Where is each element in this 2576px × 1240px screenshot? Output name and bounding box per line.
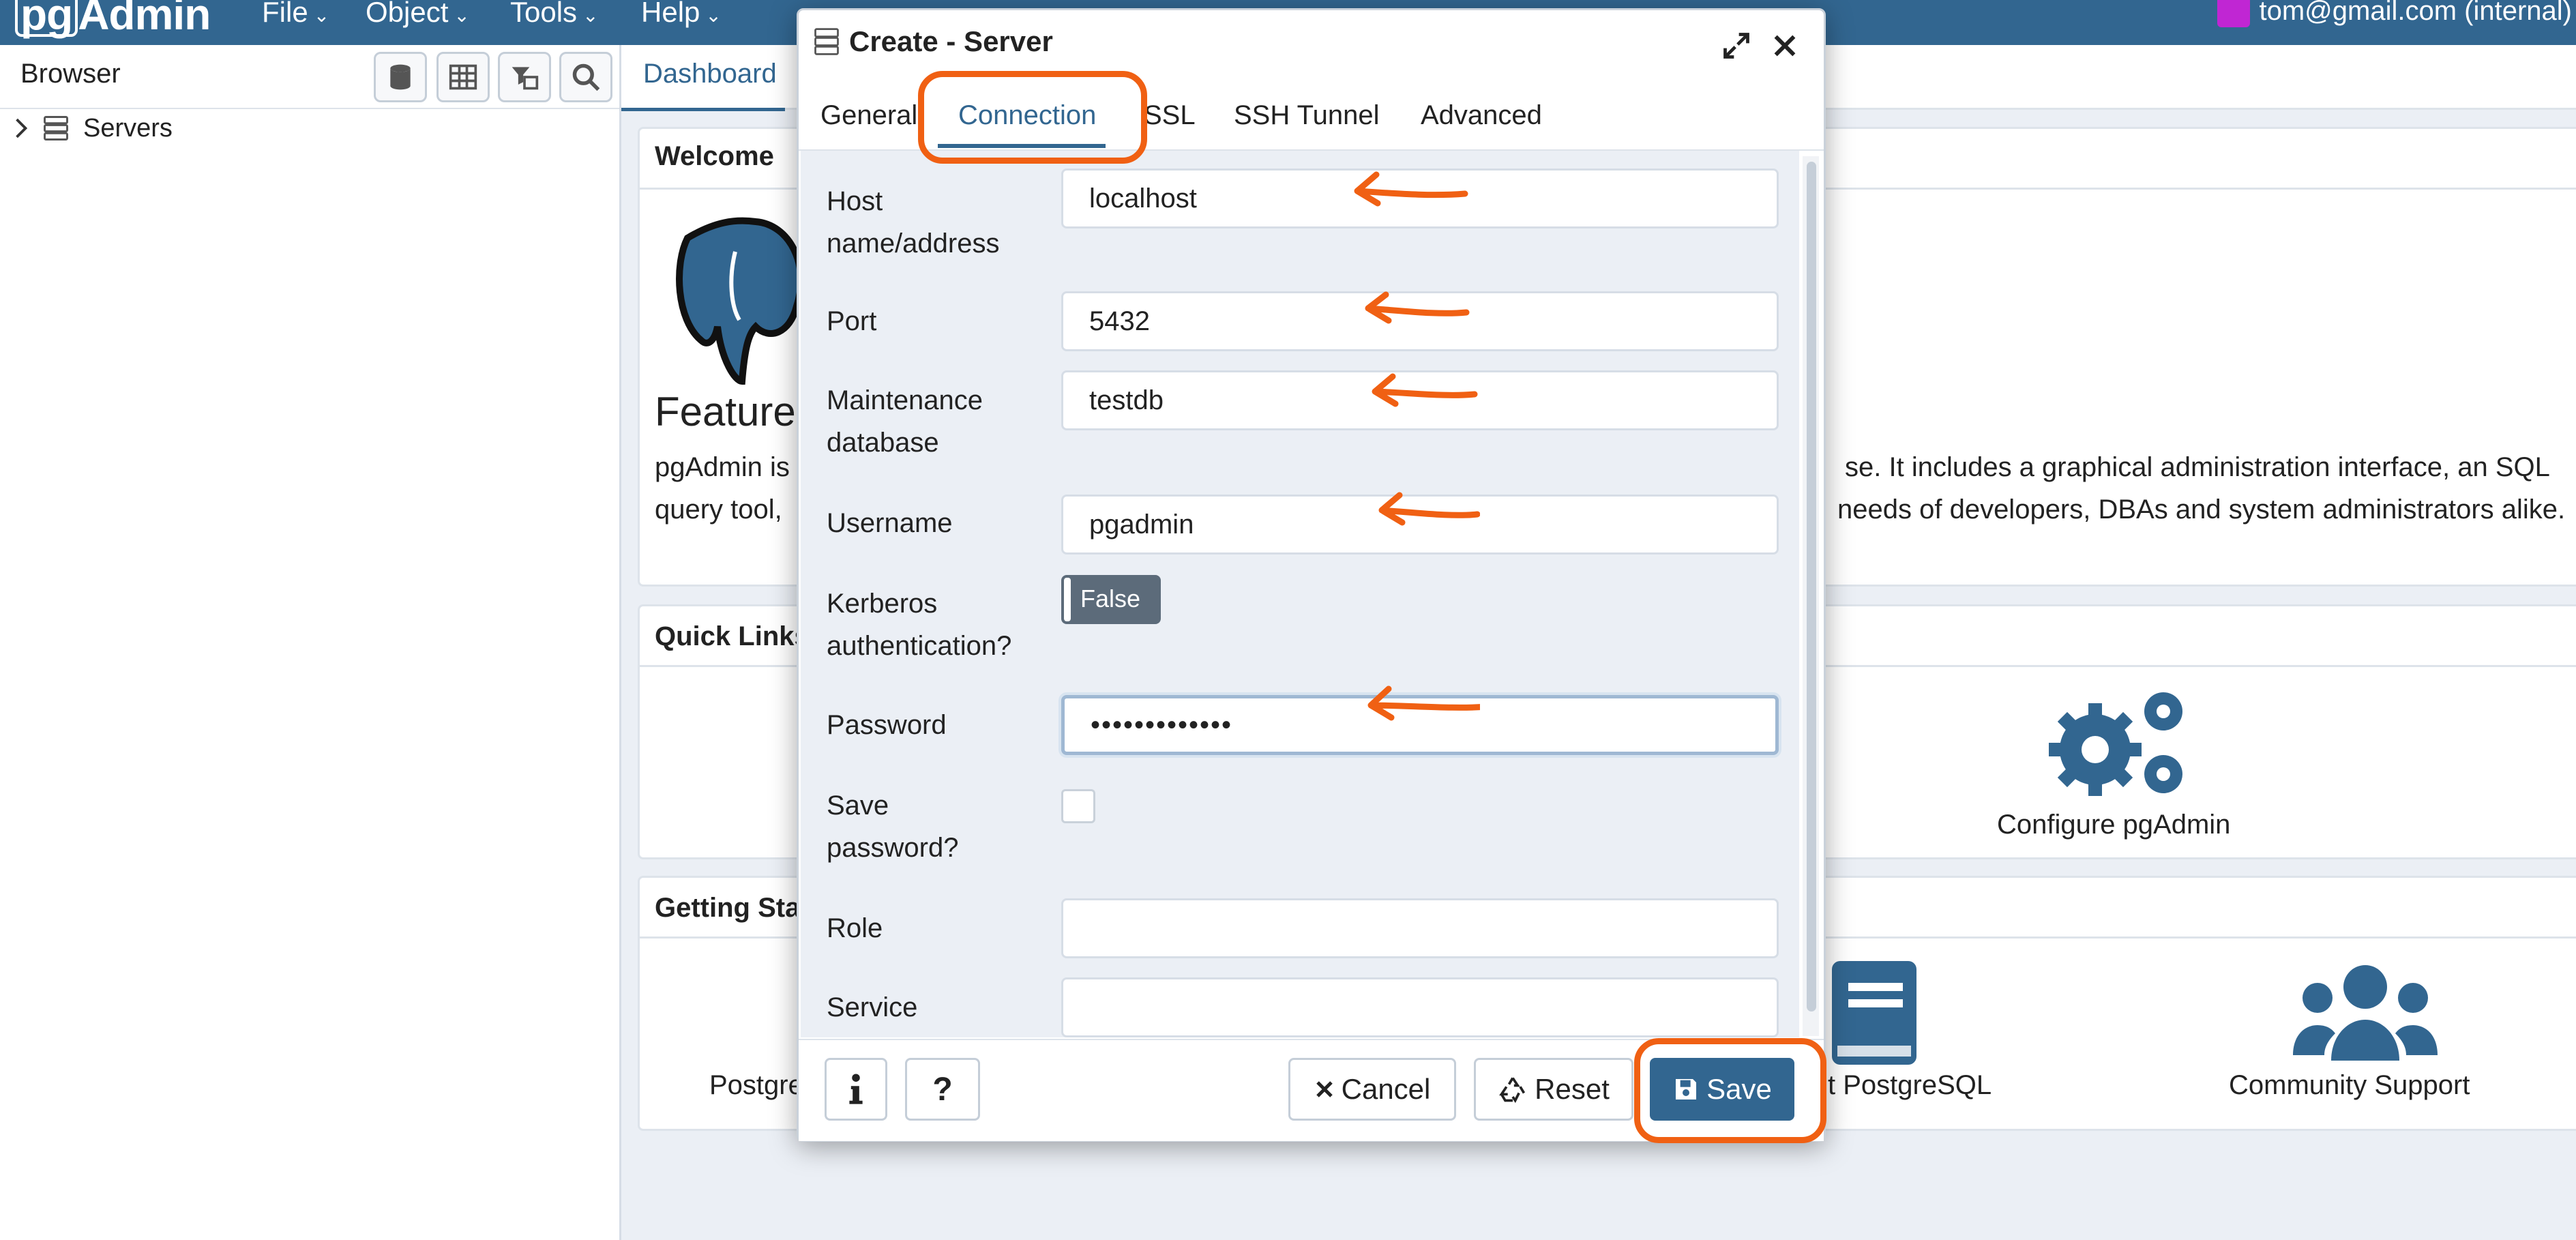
welcome-text-2-right: needs of developers, DBAs and system adm… [1837, 494, 2566, 525]
view-data-button[interactable] [436, 52, 490, 102]
dialog-title-text: Create - Server [849, 25, 1053, 57]
filter-table-icon [512, 67, 539, 90]
avatar [2217, 0, 2250, 27]
info-button[interactable] [825, 1058, 887, 1121]
query-tool-button[interactable] [374, 52, 427, 102]
menu-file[interactable]: File ⌄ [262, 0, 329, 29]
welcome-title: Welcome [655, 141, 774, 171]
close-icon[interactable] [1771, 32, 1798, 59]
table-icon [449, 64, 477, 90]
user-menu[interactable]: tom@gmail.com (internal) [2217, 0, 2573, 27]
features-heading: Feature [655, 389, 796, 434]
browser-panel: Browser Servers [0, 45, 621, 1240]
server-icon [814, 28, 839, 55]
tree-item-label: Servers [83, 113, 173, 143]
configure-pgadmin-label: Configure pgAdmin [1997, 810, 2231, 840]
save-password-label-2: password? [827, 833, 959, 863]
info-icon [849, 1074, 863, 1104]
annotation-arrows [1354, 171, 1480, 721]
filtered-rows-button[interactable] [498, 52, 551, 102]
chevron-down-icon: ⌄ [313, 5, 330, 26]
server-group-icon [44, 116, 68, 141]
close-icon [1316, 1081, 1333, 1097]
help-button[interactable]: ? [905, 1058, 980, 1121]
reset-button-label: Reset [1535, 1073, 1610, 1105]
scrollbar-thumb[interactable] [1807, 162, 1816, 1012]
menu-object[interactable]: Object ⌄ [366, 0, 470, 29]
welcome-text-1-right: se. It includes a graphical administrati… [1845, 452, 2550, 482]
annotation-circle-save-button [1634, 1038, 1826, 1143]
username-label: Username [827, 508, 953, 538]
port-label: Port [827, 306, 877, 336]
cancel-button[interactable]: Cancel [1288, 1058, 1456, 1121]
host-label-2: name/address [827, 228, 1000, 259]
maintenance-db-label-1: Maintenance [827, 385, 983, 415]
expand-icon[interactable] [1721, 31, 1751, 61]
role-label: Role [827, 913, 883, 943]
tab-advanced[interactable]: Advanced [1421, 100, 1542, 131]
menu-file-label: File [262, 0, 308, 28]
kerberos-label-2: authentication? [827, 631, 1012, 661]
chevron-right-icon [16, 118, 28, 138]
role-input[interactable] [1061, 898, 1779, 958]
service-input[interactable] [1061, 977, 1779, 1037]
maintenance-db-label-2: database [827, 428, 939, 458]
cancel-button-label: Cancel [1341, 1073, 1431, 1105]
reset-button[interactable]: Reset [1474, 1058, 1633, 1121]
planet-postgresql-label[interactable]: t PostgreSQL [1828, 1070, 1992, 1101]
postgresql-docs-label[interactable]: Postgre [709, 1070, 803, 1101]
gears-icon [2049, 692, 2182, 796]
menu-object-label: Object [366, 0, 449, 28]
search-icon [572, 63, 600, 91]
community-support-label[interactable]: Community Support [2229, 1070, 2470, 1101]
configure-pgadmin-link[interactable]: Configure pgAdmin [1997, 681, 2230, 845]
book-icon[interactable] [1826, 958, 1922, 1067]
pgadmin-logo[interactable]: pg Admin [15, 0, 211, 40]
tab-general[interactable]: General [820, 100, 917, 131]
user-email: tom@gmail.com (internal) [2259, 0, 2573, 26]
welcome-text-2-left: query tool, [655, 494, 782, 525]
annotation-circle-connection-tab [918, 71, 1147, 164]
community-icon[interactable] [2290, 957, 2440, 1066]
connection-form: Host name/address localhost Port 5432 Ma… [801, 151, 1799, 1037]
getting-started-title: Getting Sta [655, 893, 801, 923]
kerberos-label-1: Kerberos [827, 589, 938, 619]
save-password-checkbox[interactable] [1061, 789, 1095, 823]
welcome-text-1-left: pgAdmin is [655, 452, 790, 482]
kerberos-toggle-label: False [1080, 585, 1141, 612]
tab-ssh-tunnel[interactable]: SSH Tunnel [1234, 100, 1379, 131]
save-password-label-1: Save [827, 791, 889, 821]
menu-tools-label: Tools [510, 0, 578, 28]
dialog-title: Create - Server [814, 25, 1053, 58]
chevron-down-icon: ⌄ [582, 5, 599, 26]
menu-help[interactable]: Help ⌄ [641, 0, 722, 29]
chevron-down-icon: ⌄ [454, 5, 470, 26]
menu-tools[interactable]: Tools ⌄ [510, 0, 599, 29]
chevron-down-icon: ⌄ [705, 5, 722, 26]
create-server-dialog: Create - Server General Connection SSL S… [797, 8, 1826, 1142]
password-label: Password [827, 710, 947, 740]
browser-header: Browser [0, 45, 619, 109]
quick-links-title: Quick Links [655, 621, 810, 651]
kerberos-toggle[interactable]: False [1061, 575, 1161, 624]
service-label: Service [827, 992, 918, 1022]
recycle-icon [1499, 1077, 1526, 1104]
search-objects-button[interactable] [559, 52, 612, 102]
toggle-knob [1064, 578, 1071, 621]
tab-dashboard-label: Dashboard [643, 59, 777, 89]
browser-title: Browser [20, 59, 121, 89]
tab-ssl[interactable]: SSL [1144, 100, 1196, 131]
menu-help-label: Help [641, 0, 700, 28]
tree-item-servers[interactable]: Servers [14, 113, 173, 143]
host-label-1: Host [827, 186, 883, 216]
tab-dashboard[interactable]: Dashboard [621, 45, 785, 111]
database-icon [390, 64, 411, 90]
